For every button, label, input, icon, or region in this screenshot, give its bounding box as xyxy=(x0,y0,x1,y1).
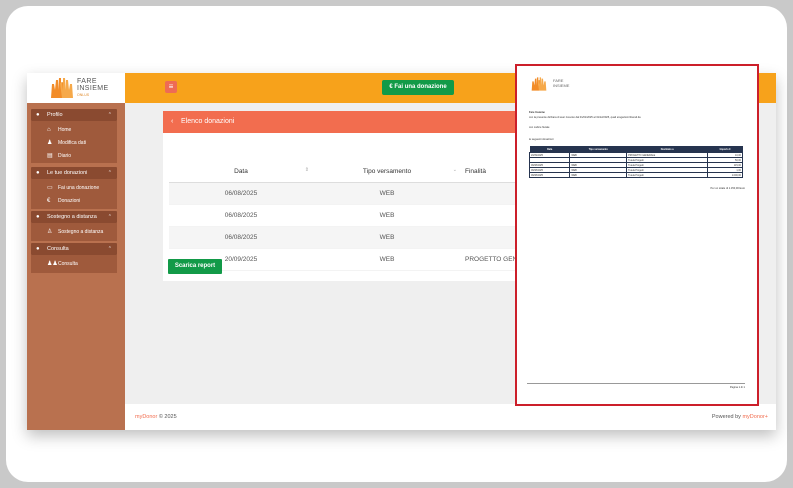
pdf-logo-line2: INSIEME xyxy=(553,83,570,88)
logo[interactable]: FARE INSIEME ONLUS xyxy=(27,73,125,103)
pin-icon: ● xyxy=(36,214,40,220)
sidebar-section-consulta[interactable]: ● Consulta ⌃ xyxy=(31,243,117,255)
sidebar-item-home[interactable]: ⌂ Home xyxy=(31,124,117,136)
chevron-up-icon: ⌃ xyxy=(107,214,112,220)
users-icon: ♟♟ xyxy=(47,261,58,267)
sidebar-group-consulta: ♟♟ Consulta xyxy=(31,255,117,273)
home-icon: ⌂ xyxy=(47,127,51,133)
sidebar-section-profilo[interactable]: ● Profilo ⌃ xyxy=(31,109,117,121)
sort-icon: ⇕ xyxy=(304,167,309,173)
sidebar-item-consulta[interactable]: ♟♟ Consulta xyxy=(31,258,117,270)
sidebar-group-donazioni: ▭ Fai una donazione € Donazioni xyxy=(31,179,117,209)
user-icon: ♟ xyxy=(47,140,53,146)
sidebar-item-modifica-dati[interactable]: ♟ Modifica dati xyxy=(31,137,117,149)
pdf-org: Fare Insieme xyxy=(529,111,545,114)
pdf-page-number: Pagina 1 di 1 xyxy=(729,386,745,389)
donate-button[interactable]: € Fai una donazione xyxy=(382,80,454,95)
menu-toggle-icon[interactable]: ≡ xyxy=(165,81,177,93)
sidebar-item-fai-donazione[interactable]: ▭ Fai una donazione xyxy=(31,182,117,194)
pdf-donations-table: Data Tipo versamento Destinato a Importo… xyxy=(528,146,743,178)
column-header-tipo[interactable]: Tipo versamento ⌄ xyxy=(313,161,461,183)
panel-title: Elenco donazioni xyxy=(181,118,235,125)
pin-icon: ● xyxy=(36,112,40,118)
sort-icon: ⌄ xyxy=(452,167,457,173)
sidebar-section-sostegno[interactable]: ● Sostegno a distanza ⌃ xyxy=(31,211,117,223)
pin-icon: ● xyxy=(36,246,40,252)
pdf-fiscal: con codice fiscale xyxy=(529,126,550,129)
sidebar-item-donazioni[interactable]: € Donazioni xyxy=(31,195,117,207)
pdf-divider xyxy=(527,383,745,384)
journal-icon: ▤ xyxy=(47,153,53,159)
pin-icon: ● xyxy=(36,170,40,176)
back-arrow-icon[interactable]: ‹ xyxy=(171,111,173,133)
logo-line1: FARE xyxy=(77,78,97,85)
pdf-intro: con la presente dichiara di aver ricevut… xyxy=(529,116,641,119)
hands-logo-icon xyxy=(531,77,547,91)
pdf-total: Per un totale di 1.150,00 Euro xyxy=(710,187,745,190)
chevron-up-icon: ⌃ xyxy=(107,246,112,252)
pdf-following: le seguenti donazioni: xyxy=(529,138,555,141)
chevron-up-icon: ⌃ xyxy=(107,170,112,176)
euro-icon: € xyxy=(47,198,51,204)
sidebar-group-profilo: ⌂ Home ♟ Modifica dati ▤ Diario xyxy=(31,121,117,163)
hands-logo-icon xyxy=(51,78,73,98)
logo-line2: INSIEME xyxy=(77,85,109,92)
sidebar-item-diario[interactable]: ▤ Diario xyxy=(31,150,117,162)
sidebar-item-sostegno-distanza[interactable]: ♙ Sostegno a distanza xyxy=(31,226,117,238)
download-report-button[interactable]: Scarica report xyxy=(168,259,222,274)
child-icon: ♙ xyxy=(47,229,53,235)
pdf-report-preview: FARE INSIEME Fare Insieme con la present… xyxy=(515,64,759,406)
footer: myDonor © 2025 Powered by myDonor+ xyxy=(125,404,776,430)
sidebar: FARE INSIEME ONLUS ● Profilo ⌃ ⌂ Home ♟ … xyxy=(27,73,125,430)
credit-card-icon: ▭ xyxy=(47,185,53,191)
pdf-row: 06/08/2025 WEB Tutela Progetti 1.000,00 xyxy=(528,172,743,178)
logo-tag: ONLUS xyxy=(77,93,90,97)
sidebar-group-sostegno: ♙ Sostegno a distanza xyxy=(31,223,117,241)
chevron-up-icon: ⌃ xyxy=(107,112,112,118)
sidebar-section-donazioni[interactable]: ● Le tue donazioni ⌃ xyxy=(31,167,117,179)
column-header-data[interactable]: Data ⇕ xyxy=(169,161,313,183)
footer-copyright: myDonor © 2025 xyxy=(135,414,177,420)
footer-powered: Powered by myDonor+ xyxy=(711,414,768,420)
